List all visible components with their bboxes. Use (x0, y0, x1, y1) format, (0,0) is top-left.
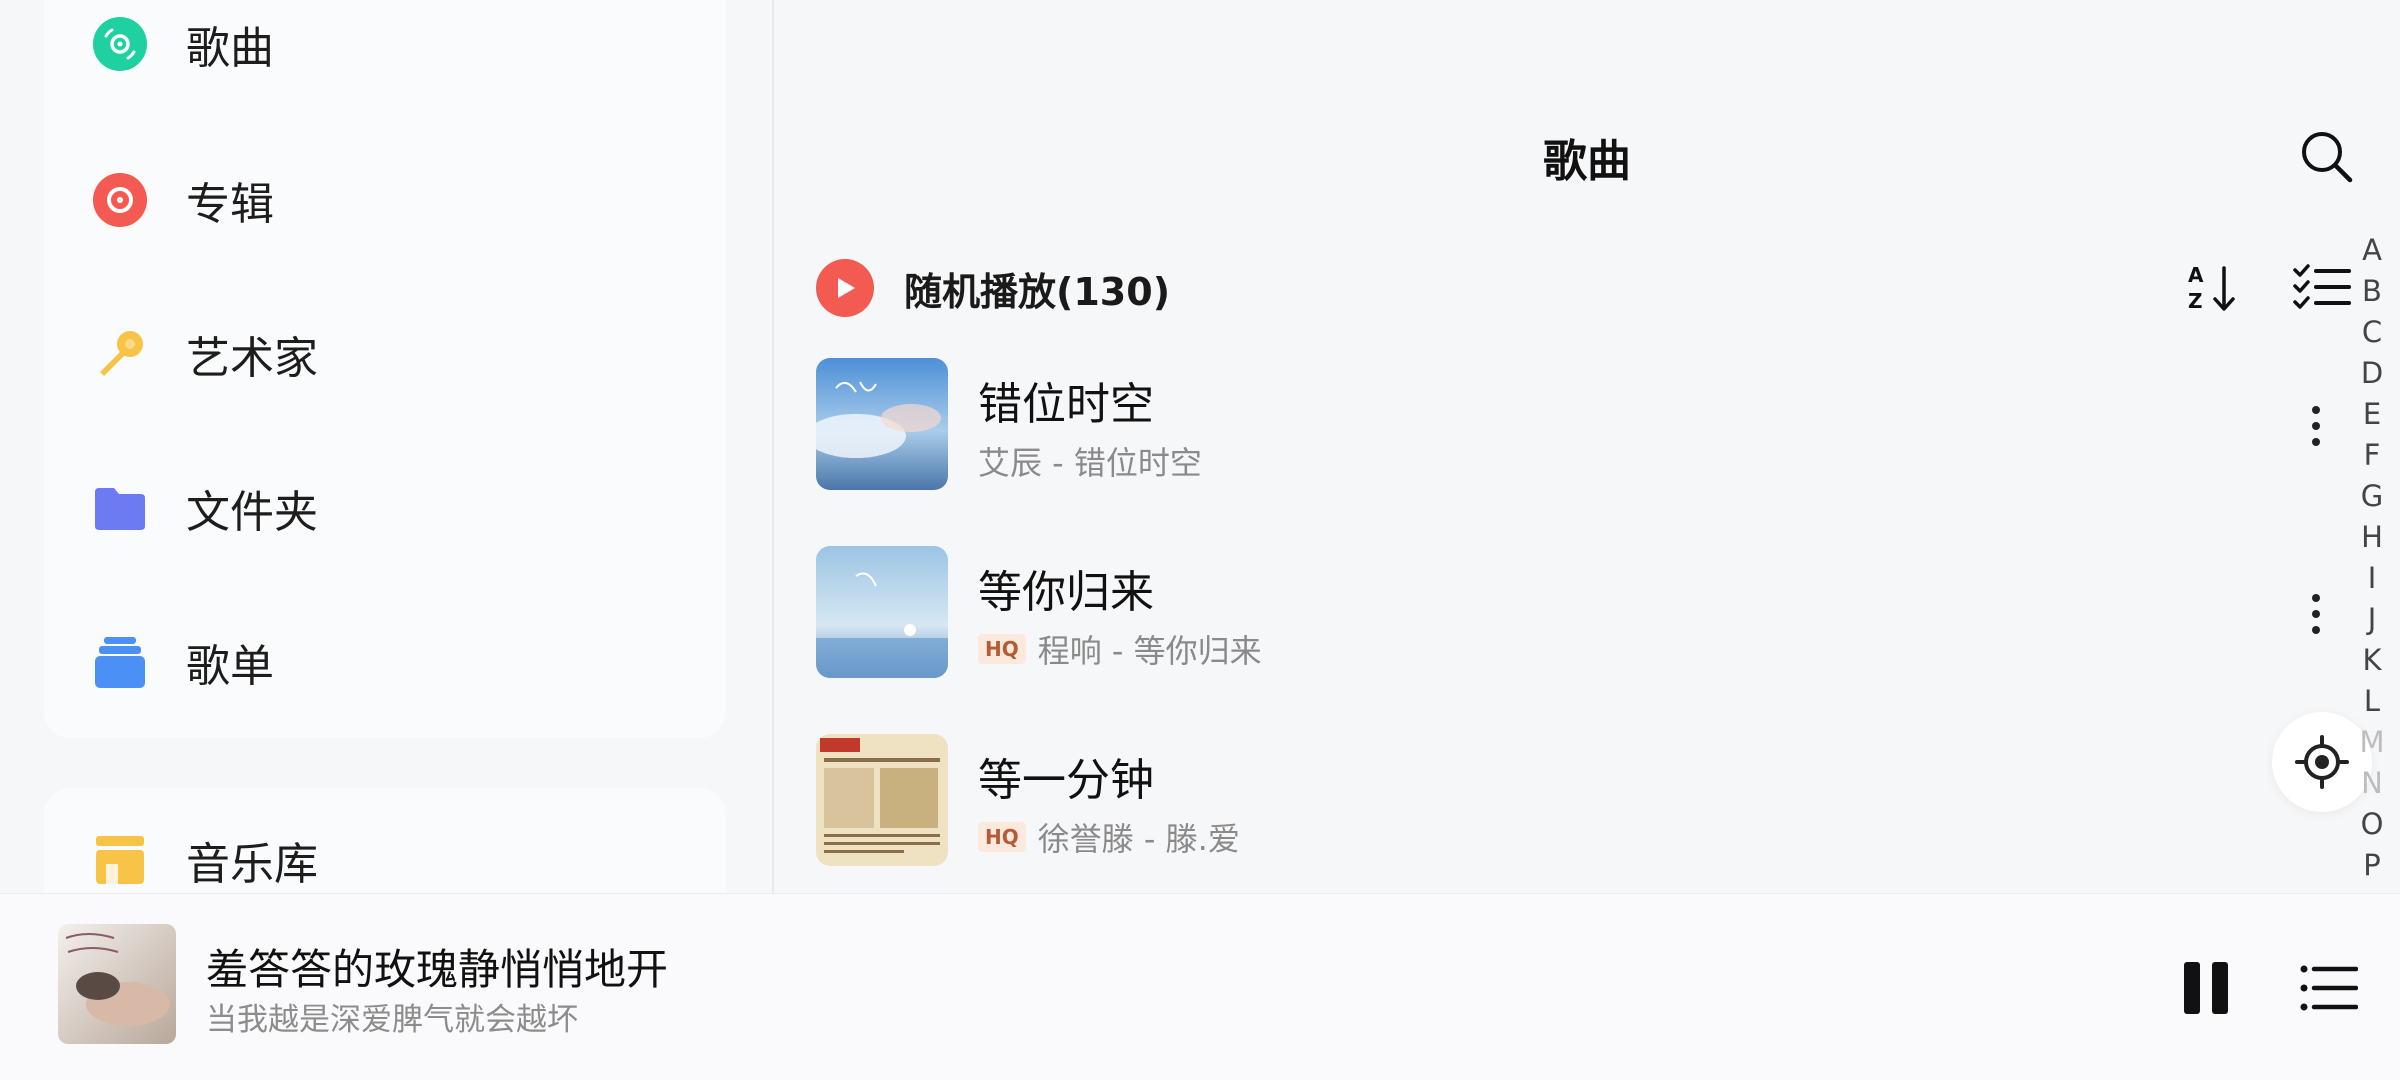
nav-label-library: 音乐库 (186, 839, 318, 890)
nav-label-artists: 艺术家 (186, 333, 318, 384)
index-letter[interactable]: K (2362, 640, 2381, 681)
alphabet-index[interactable]: A B C D E F G H I J K L M N O P (2352, 230, 2392, 886)
hq-badge: HQ (978, 822, 1026, 852)
nav-item-albums[interactable]: 专辑 (90, 160, 690, 240)
index-letter[interactable]: L (2364, 681, 2380, 722)
song-artist-album: 程响 - 等你归来 (1037, 632, 1262, 670)
now-playing-subtitle: 当我越是深爱脾气就会越坏 (206, 1002, 578, 1038)
index-letter[interactable]: P (2363, 845, 2381, 886)
song-artist-album: 徐誉滕 - 滕.爱 (1037, 820, 1240, 858)
song-title: 错位时空 (978, 379, 1154, 430)
nav-item-playlists[interactable]: 歌单 (90, 622, 690, 702)
song-title: 等你归来 (978, 567, 1154, 618)
index-letter[interactable]: O (2361, 804, 2384, 845)
nav-label-folders: 文件夹 (186, 487, 318, 538)
nav-item-songs[interactable]: 歌曲 (90, 4, 690, 84)
queue-list-icon[interactable] (2300, 964, 2359, 1012)
shuffle-label: 随机播放(130) (904, 269, 1171, 314)
playlist-stack-icon (90, 632, 150, 692)
nav-item-artists[interactable]: 艺术家 (90, 314, 690, 394)
nav-label-playlists: 歌单 (186, 641, 274, 692)
album-cover (816, 546, 948, 678)
index-letter[interactable]: E (2363, 394, 2381, 435)
disc-icon (90, 14, 150, 74)
nav-label-albums: 专辑 (186, 179, 274, 230)
page-title: 歌曲 (1543, 136, 1631, 187)
index-letter[interactable]: C (2362, 312, 2382, 353)
album-icon (90, 170, 150, 230)
index-letter[interactable]: H (2361, 517, 2383, 558)
song-title: 等一分钟 (978, 755, 1154, 806)
index-letter[interactable]: I (2368, 558, 2377, 599)
index-letter[interactable]: J (2368, 599, 2377, 640)
store-icon (90, 830, 150, 890)
index-letter[interactable]: F (2364, 435, 2381, 476)
index-letter[interactable]: A (2362, 230, 2382, 271)
nav-label-songs: 歌曲 (186, 23, 274, 74)
song-artist-album: 艾辰 - 错位时空 (978, 444, 1202, 482)
nav-item-folders[interactable]: 文件夹 (90, 468, 690, 548)
song-subtitle: HQ 徐誉滕 - 滕.爱 (978, 814, 1240, 860)
songs-pane: 歌曲 随机播放(130) A Z 错位时空 艾辰 - 错位时空 等你归来 HQ … (774, 0, 2400, 893)
folder-icon (90, 478, 150, 538)
microphone-icon (90, 324, 150, 384)
now-playing-cover[interactable] (58, 924, 176, 1044)
index-letter[interactable]: N (2361, 763, 2383, 804)
more-options-icon[interactable] (2304, 400, 2328, 452)
index-letter[interactable]: D (2361, 353, 2383, 394)
index-letter[interactable]: G (2361, 476, 2383, 517)
navigation-pane: 歌曲 专辑 艺术家 文件夹 歌单 音乐库 (0, 0, 772, 928)
shuffle-play-row[interactable]: 随机播放(130) (816, 258, 2316, 318)
pause-icon[interactable] (2184, 962, 2228, 1014)
album-cover (816, 734, 948, 866)
song-subtitle: HQ 程响 - 等你归来 (978, 626, 1262, 672)
checklist-icon[interactable] (2292, 262, 2352, 314)
svg-text:Z: Z (2188, 289, 2203, 313)
more-options-icon[interactable] (2304, 588, 2328, 640)
song-row[interactable]: 等你归来 HQ 程响 - 等你归来 (816, 546, 2276, 680)
nav-item-library[interactable]: 音乐库 (90, 820, 690, 900)
svg-text:A: A (2188, 263, 2204, 287)
now-playing-bar[interactable]: 羞答答的玫瑰静悄悄地开 当我越是深爱脾气就会越坏 (0, 893, 2400, 1080)
index-letter[interactable]: B (2362, 271, 2382, 312)
song-row[interactable]: 等一分钟 HQ 徐誉滕 - 滕.爱 (816, 734, 2276, 868)
play-icon[interactable] (816, 259, 874, 317)
album-cover (816, 358, 948, 490)
hq-badge: HQ (978, 634, 1026, 664)
search-icon[interactable] (2296, 126, 2356, 186)
song-row[interactable]: 错位时空 艾辰 - 错位时空 (816, 358, 2276, 492)
index-letter[interactable]: M (2359, 722, 2384, 763)
sort-az-icon[interactable]: A Z (2186, 260, 2242, 316)
song-subtitle: 艾辰 - 错位时空 (978, 438, 1202, 484)
now-playing-title: 羞答答的玫瑰静悄悄地开 (206, 945, 669, 994)
